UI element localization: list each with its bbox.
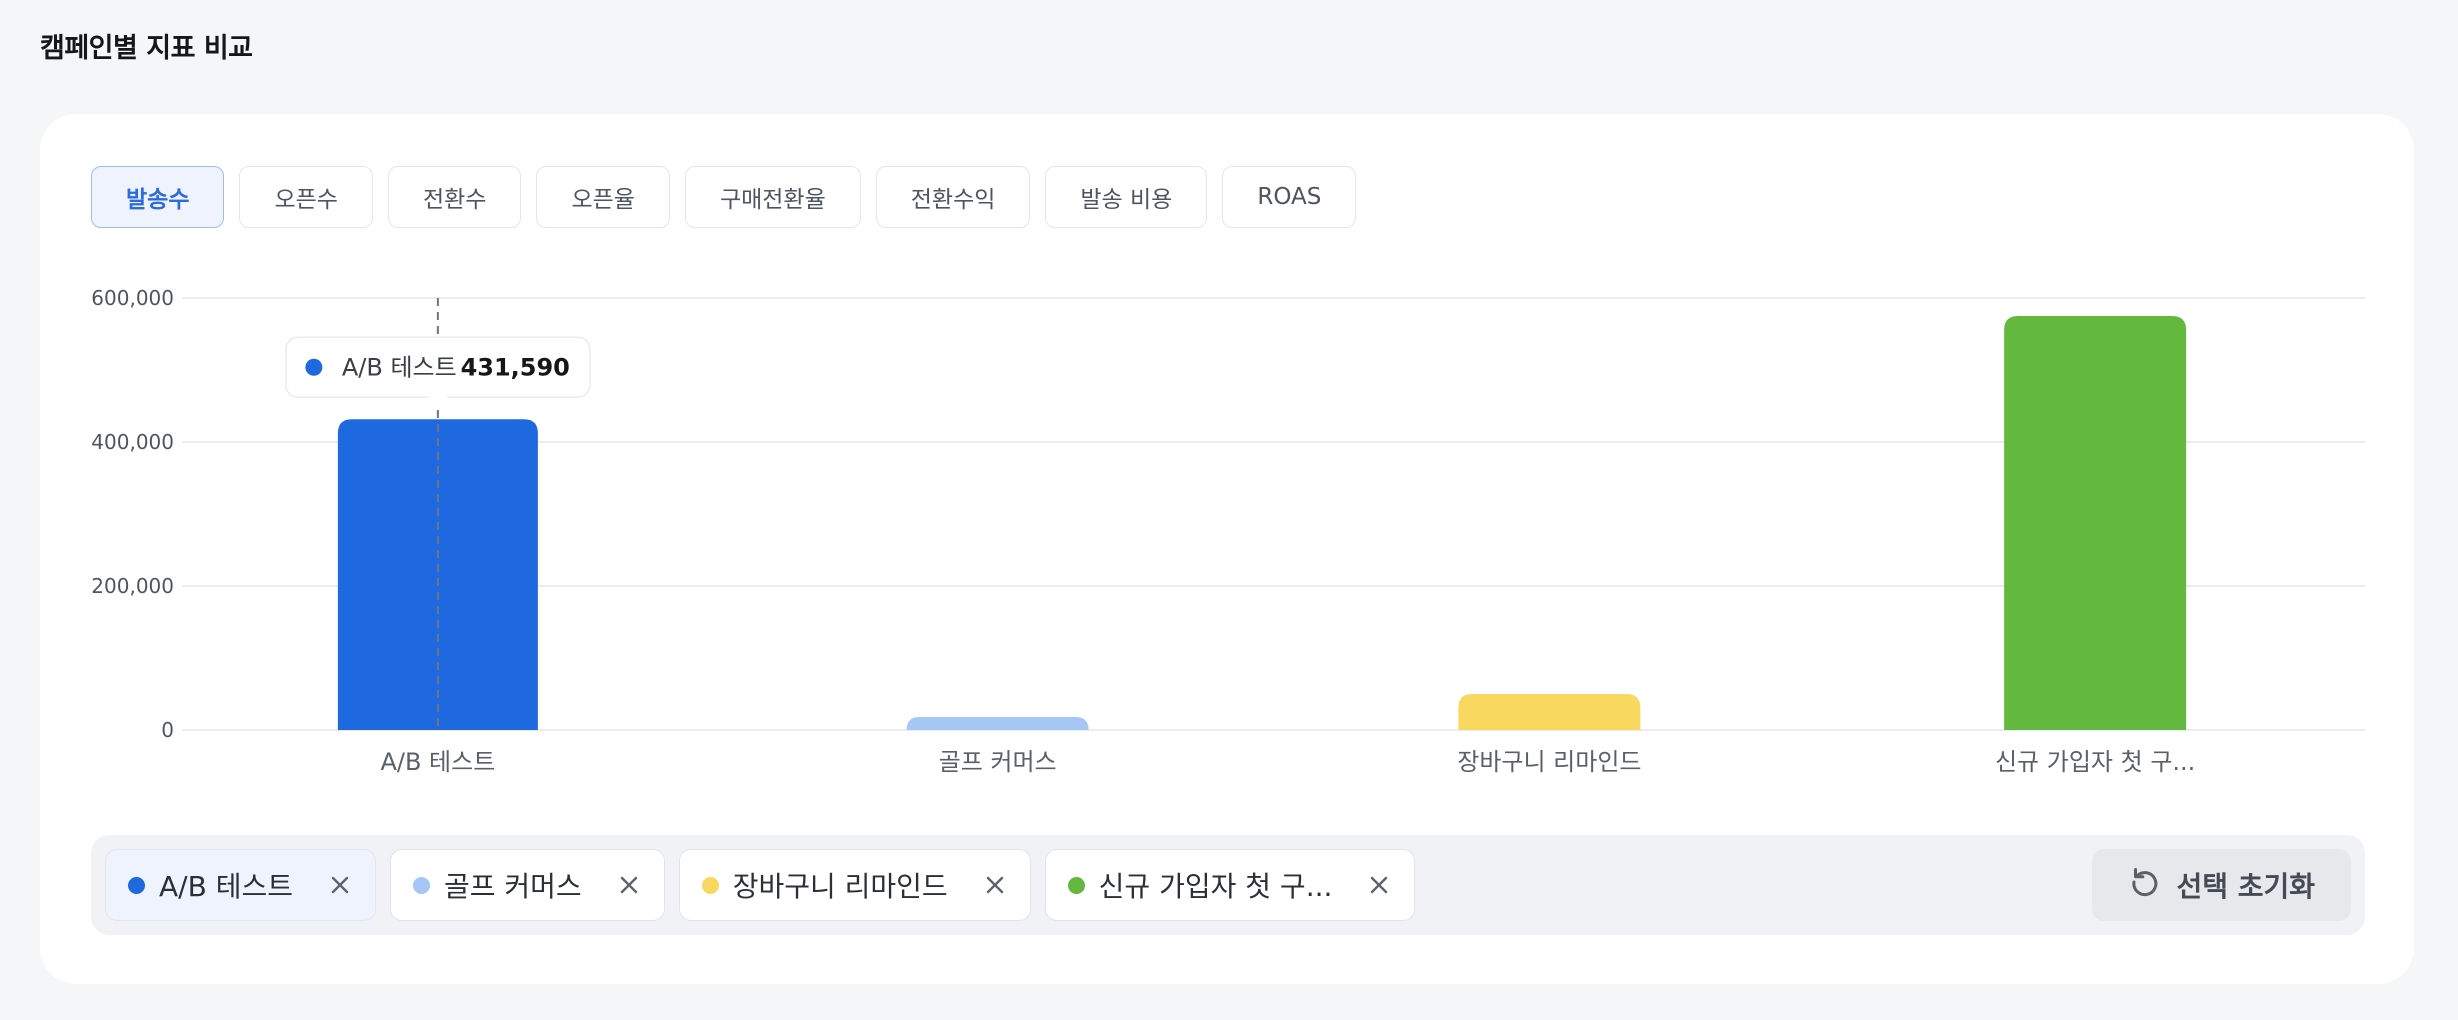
tooltip-label: A/B 테스트 [342,353,457,381]
x-tick-label: A/B 테스트 [380,748,495,776]
y-tick-label: 200,000 [91,574,174,598]
tooltip-value: 431,590 [461,353,570,381]
page-title: 캠페인별 지표 비교 [40,33,253,64]
legend-dot [701,876,719,894]
legend-dot [128,876,145,894]
bar [1458,694,1641,730]
legend-dot [412,876,430,894]
reset-icon [2128,865,2162,906]
y-tick-label: 0 [161,718,174,742]
x-tick-label: 골프 커머스 [939,748,1057,776]
legend-bar: A/B 테스트 골프 커머스 장바구니 리마인드 신규 가입자 첫 구... 선… [91,835,2365,935]
y-tick-label: 600,000 [91,286,174,310]
close-icon[interactable] [984,874,1006,896]
y-tick-label: 400,000 [91,430,174,454]
legend-chip-new-signup[interactable]: 신규 가입자 첫 구... [1044,849,1416,921]
legend-chip-label: 골프 커머스 [443,870,582,903]
tooltip-dot [305,358,323,376]
reset-selection-button[interactable]: 선택 초기화 [2092,849,2351,921]
close-icon[interactable] [329,874,351,896]
x-tick-label: 장바구니 리마인드 [1457,748,1641,776]
close-icon[interactable] [618,874,640,896]
tooltip: A/B 테스트 431,590 [285,336,591,408]
legend-chip-cart-reminder[interactable]: 장바구니 리마인드 [678,849,1031,921]
legend-chip-golf-commerce[interactable]: 골프 커머스 [389,849,665,921]
close-icon[interactable] [1368,874,1390,896]
reset-label: 선택 초기화 [2176,870,2315,903]
x-tick-label: 신규 가입자 첫 구... [1995,748,2195,776]
bar [906,717,1089,730]
legend-chip-label: 신규 가입자 첫 구... [1098,870,1333,903]
bar [2004,316,2187,730]
bar-chart: 0200,000400,000600,000A/B 테스트 골프 커머스 장바구니 … [91,286,2365,776]
chart-card: 발송수 오픈수 전환수 오픈율 구매전환율 전환수익 발송 비용 ROAS 02… [40,114,2414,984]
tooltip-pointer [427,396,448,408]
legend-chip-ab-test[interactable]: A/B 테스트 [105,849,376,921]
legend-dot [1067,876,1085,894]
legend-chip-label: 장바구니 리마인드 [732,870,948,903]
legend-chip-label: A/B 테스트 [159,870,293,903]
